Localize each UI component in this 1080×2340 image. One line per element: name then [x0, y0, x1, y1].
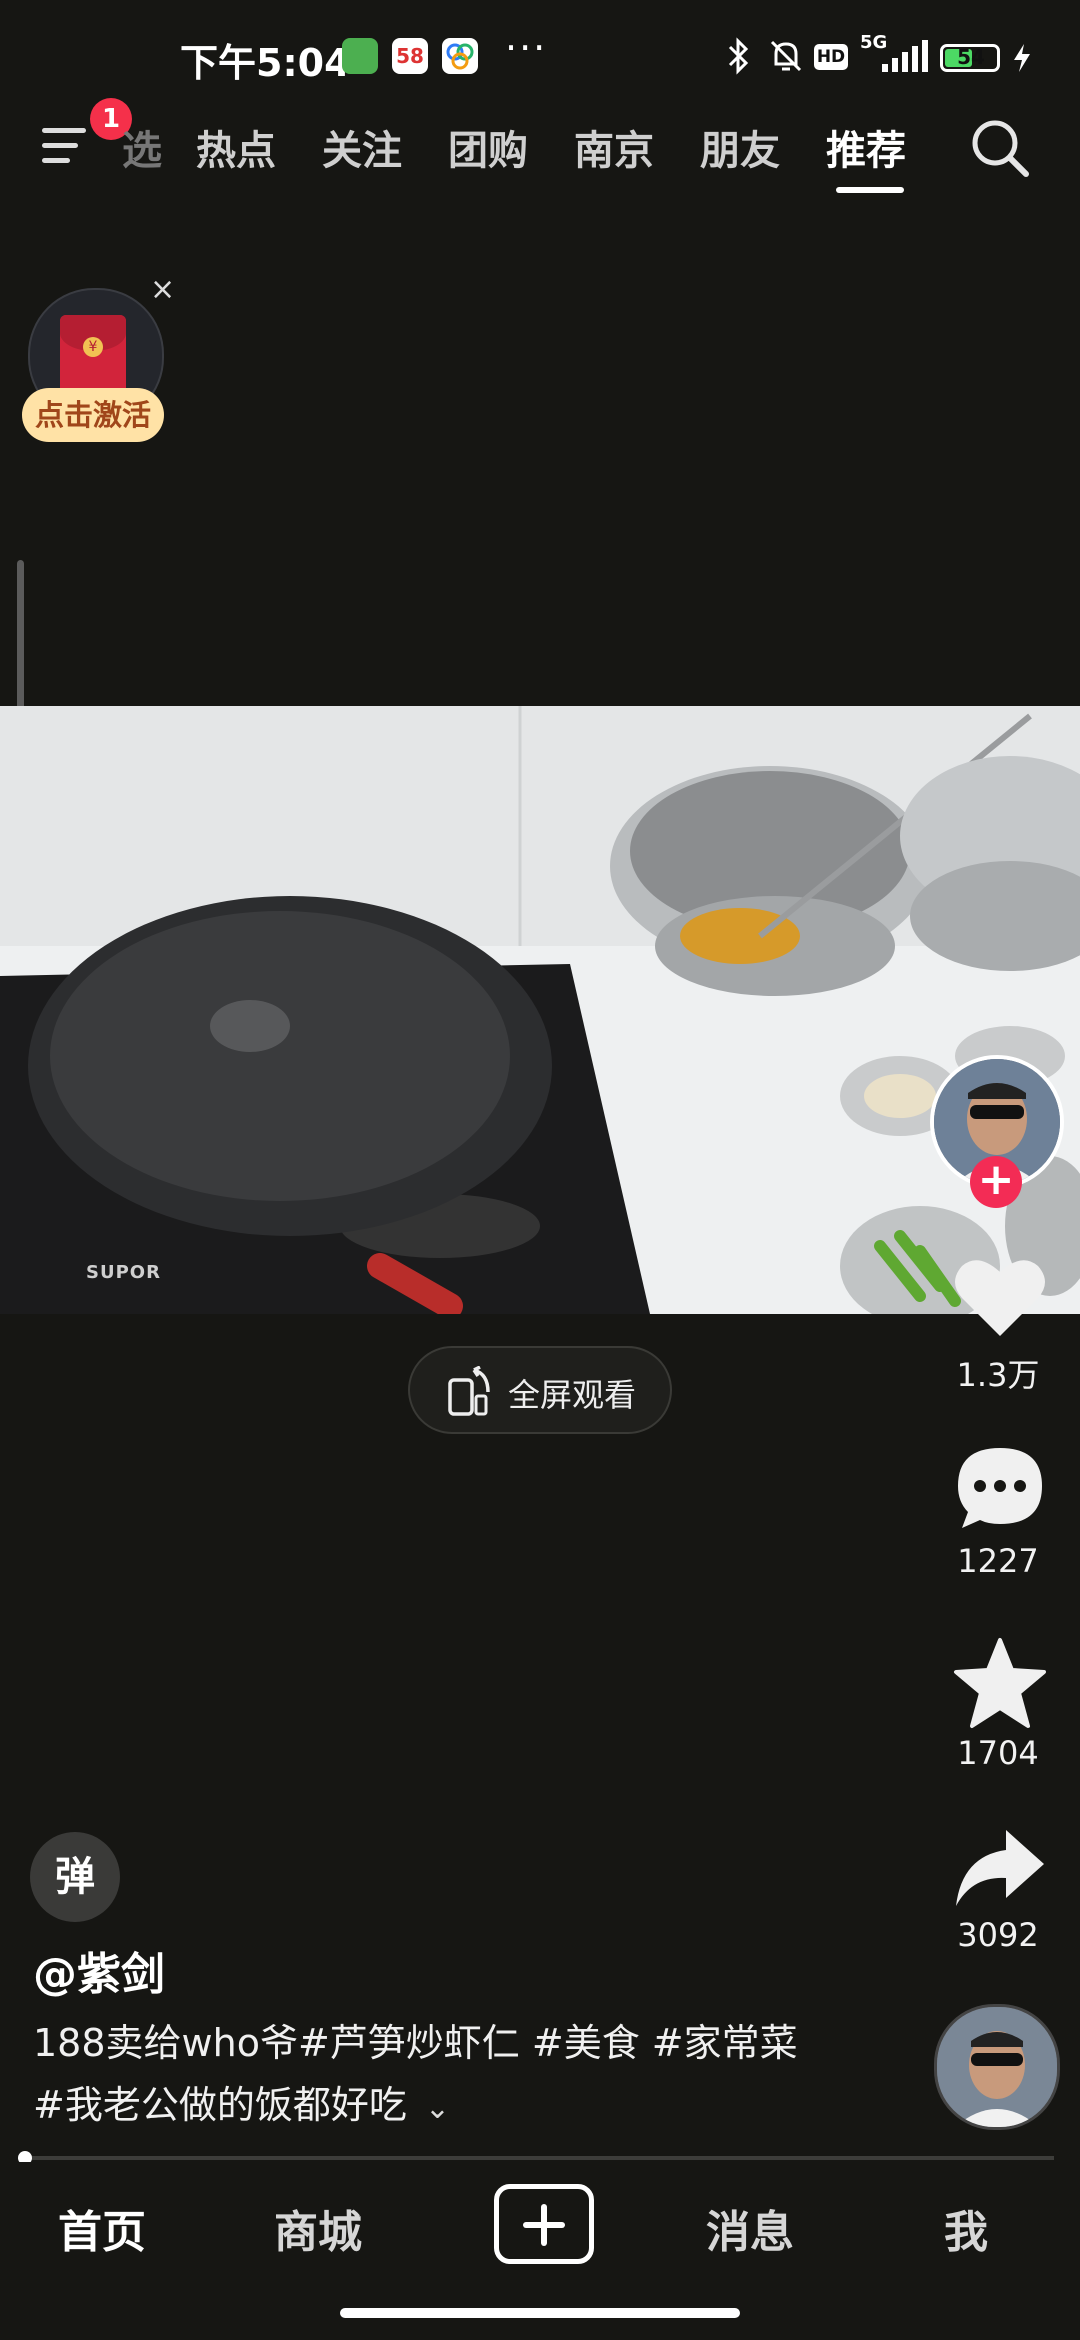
status-bar: 下午5:04 58 ··· HD 5G 54 — [0, 0, 1080, 110]
signal-icon — [880, 40, 930, 78]
active-tab-indicator — [836, 187, 904, 193]
home-indicator — [340, 2308, 740, 2318]
red-packet-activate-button[interactable]: 点击激活 — [22, 388, 164, 442]
nav-messages[interactable]: 消息 — [706, 2196, 794, 2260]
share-arrow-icon[interactable] — [950, 1822, 1050, 1922]
search-icon[interactable] — [968, 116, 1032, 180]
tab-group-buy[interactable]: 团购 — [448, 118, 528, 176]
rotate-screen-icon — [448, 1366, 490, 1416]
like-heart-icon[interactable] — [950, 1252, 1050, 1352]
follow-button[interactable]: + — [970, 1156, 1022, 1208]
photos-app-icon — [442, 38, 478, 74]
scroll-indicator — [17, 560, 24, 720]
battery-level: 54 — [957, 45, 985, 69]
hd-icon: HD — [814, 44, 848, 70]
tab-nanjing[interactable]: 南京 — [574, 118, 654, 176]
tab-partial[interactable]: 选 — [122, 118, 162, 176]
red-packet-icon: ¥ — [60, 315, 126, 397]
caption-text: 188卖给who爷#芦笋炒虾仁 #美食 #家常菜 #我老公做的饭都好吃 — [33, 2021, 798, 2127]
favorite-star-icon[interactable] — [950, 1634, 1050, 1734]
video-player[interactable]: SUPOR — [0, 706, 1080, 1314]
nav-home[interactable]: 首页 — [58, 2196, 146, 2260]
menu-icon[interactable] — [42, 124, 92, 168]
more-status-icons: ··· — [505, 26, 548, 70]
comment-count: 1227 — [957, 1542, 1039, 1580]
nav-me[interactable]: 我 — [944, 2196, 988, 2260]
battery-icon: 54 — [940, 44, 1000, 72]
fullscreen-label: 全屏观看 — [508, 1376, 637, 1414]
fullscreen-button[interactable]: 全屏观看 — [408, 1346, 672, 1434]
danmu-toggle-button[interactable]: 弹 — [30, 1832, 120, 1922]
wechat-app-icon — [342, 38, 378, 74]
share-count: 3092 — [957, 1916, 1039, 1954]
music-disc-avatar[interactable] — [934, 2004, 1060, 2130]
create-post-button[interactable] — [494, 2184, 594, 2264]
video-caption: 188卖给who爷#芦笋炒虾仁 #美食 #家常菜 #我老公做的饭都好吃 ⌄ — [33, 2012, 813, 2140]
tab-recommend[interactable]: 推荐 — [826, 118, 906, 176]
creator-username[interactable]: @紫剑 — [33, 1938, 165, 2002]
58-app-icon: 58 — [392, 38, 428, 74]
mute-bell-icon — [766, 36, 806, 80]
close-icon[interactable]: × — [150, 272, 175, 307]
like-count: 1.3万 — [956, 1356, 1040, 1394]
expand-caption-icon[interactable]: ⌄ — [425, 2091, 450, 2126]
video-frame-image — [0, 706, 1080, 1314]
tab-friends[interactable]: 朋友 — [700, 118, 780, 176]
tab-hot[interactable]: 热点 — [196, 118, 276, 176]
nav-mall[interactable]: 商城 — [274, 2196, 362, 2260]
video-progress-bar[interactable] — [18, 2151, 1054, 2165]
charging-icon — [1010, 42, 1034, 78]
stove-brand: SUPOR — [86, 1262, 161, 1283]
bluetooth-icon — [724, 36, 754, 80]
top-nav — [0, 110, 1080, 220]
comment-icon[interactable] — [950, 1440, 1050, 1540]
tab-following[interactable]: 关注 — [322, 118, 402, 176]
status-time: 下午5:04 — [180, 41, 351, 85]
favorite-count: 1704 — [957, 1734, 1039, 1772]
